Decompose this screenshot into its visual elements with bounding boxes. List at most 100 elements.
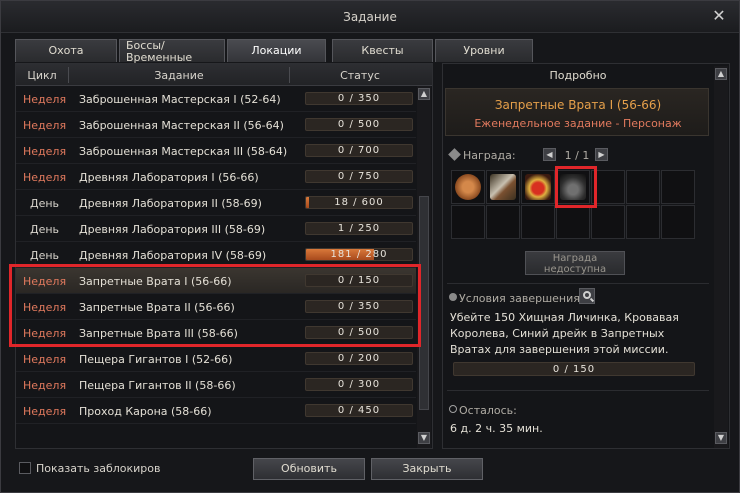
quest-window: Задание ✕ Охота Боссы/ Временные Зоны Ло…: [0, 0, 740, 493]
reward-slot[interactable]: [486, 205, 520, 239]
refresh-button[interactable]: Обновить: [253, 458, 365, 480]
reward-slot[interactable]: [521, 205, 555, 239]
potion-icon: [525, 174, 551, 200]
reward-slot[interactable]: [626, 170, 660, 204]
row-task-name: Пещера Гигантов II (58-66): [79, 379, 236, 392]
conditions-text: Убейте 150 Хищная Личинка, Кровавая Коро…: [450, 311, 679, 356]
quest-type: Еженедельное задание - Персонаж: [474, 117, 682, 130]
close-icon[interactable]: ✕: [711, 8, 727, 24]
reward-slot[interactable]: [451, 170, 485, 204]
table-row[interactable]: Неделя Заброшенная Мастерская II (56-64) 0…: [16, 112, 416, 138]
row-cycle: Неделя: [23, 171, 67, 184]
show-locked-label: Показать заблокиров: [36, 462, 161, 475]
reward-slot[interactable]: [626, 205, 660, 239]
table-row[interactable]: Неделя Пещера Гигантов II (58-66) 0 / 300: [16, 372, 416, 398]
conditions-bullet-icon: [449, 293, 457, 301]
row-cycle: Неделя: [23, 405, 67, 418]
gem-icon: [448, 148, 461, 161]
reward-slot[interactable]: [451, 205, 485, 239]
reward-label-text: Награда:: [463, 149, 516, 162]
tab-bosses[interactable]: Боссы/ Временные Зоны: [119, 39, 225, 76]
tab-levels[interactable]: Уровни: [435, 39, 533, 62]
reward-highlight-box: [555, 166, 597, 208]
scroll-icon: [490, 174, 516, 200]
row-status-text: 0 / 300: [337, 379, 381, 390]
clock-icon: [449, 405, 457, 413]
table-row[interactable]: Неделя Пещера Гигантов I (52-66) 0 / 200: [16, 346, 416, 372]
details-scrollbar[interactable]: ▲ ▼: [714, 66, 728, 448]
details-progress-text: 0 / 150: [552, 364, 596, 375]
scroll-down-icon[interactable]: ▼: [715, 432, 727, 444]
tab-locations[interactable]: Локации: [227, 39, 326, 62]
remaining-label: Осталось:: [459, 404, 517, 417]
reward-slot[interactable]: [661, 170, 695, 204]
row-status-text: 18 / 600: [334, 197, 384, 208]
scroll-up-icon[interactable]: ▲: [715, 68, 727, 80]
tab-hunt[interactable]: Охота: [15, 39, 117, 62]
row-cycle: День: [30, 197, 60, 210]
row-cycle: Неделя: [23, 119, 67, 132]
search-icon[interactable]: [579, 288, 595, 304]
divider: [447, 283, 709, 284]
close-button[interactable]: Закрыть: [371, 458, 483, 480]
row-task-name: Заброшенная Мастерская III (58-64): [79, 145, 288, 158]
row-cycle: Неделя: [23, 93, 67, 106]
conditions-label: Условия завершения:: [459, 292, 584, 305]
row-task-name: Древняя Лаборатория II (58-69): [79, 197, 262, 210]
row-status-text: 0 / 450: [337, 405, 381, 416]
row-task-name: Древняя Лаборатория IV (58-69): [79, 249, 267, 262]
quest-name: Запретные Врата I (56-66): [494, 98, 662, 112]
tab-quests[interactable]: Квесты: [332, 39, 433, 62]
highlight-box: [9, 264, 421, 347]
title-bar[interactable]: Задание ✕: [1, 1, 739, 33]
row-task-name: Пещера Гигантов I (52-66): [79, 353, 233, 366]
reward-slot[interactable]: [661, 205, 695, 239]
details-heading: Подробно: [549, 69, 607, 82]
reward-page-text: 1 / 1: [564, 149, 590, 162]
next-page-icon[interactable]: ▶: [595, 148, 608, 161]
row-cycle: Неделя: [23, 379, 67, 392]
row-status-text: 1 / 250: [337, 223, 381, 234]
reward-label: Награда:: [448, 148, 516, 162]
row-task-name: Проход Карона (58-66): [79, 405, 212, 418]
table-row[interactable]: День Древняя Лаборатория III (58-69) 1 / 2…: [16, 216, 416, 242]
reward-unavailable-button[interactable]: Награда недоступна: [525, 251, 625, 275]
reward-slot[interactable]: [591, 205, 625, 239]
row-progress-bar: 1 / 250: [305, 222, 413, 235]
prev-page-icon[interactable]: ◀: [543, 148, 556, 161]
row-status-text: 0 / 500: [337, 119, 381, 130]
scroll-down-icon[interactable]: ▼: [418, 432, 430, 444]
table-row[interactable]: День Древняя Лаборатория II (58-69) 18 / 6…: [16, 190, 416, 216]
row-progress-bar: 181 / 280: [305, 248, 413, 261]
divider: [447, 390, 709, 391]
reward-slot[interactable]: [521, 170, 555, 204]
row-progress-bar: 0 / 200: [305, 352, 413, 365]
reward-slot[interactable]: [486, 170, 520, 204]
reward-slot[interactable]: [556, 205, 590, 239]
details-panel: Подробно Запретные Врата I (56-66) Ежене…: [442, 63, 730, 449]
row-cycle: Неделя: [23, 353, 67, 366]
scroll-up-icon[interactable]: ▲: [418, 88, 430, 100]
show-locked-checkbox[interactable]: [19, 462, 31, 474]
row-progress-bar: 18 / 600: [305, 196, 413, 209]
row-task-name: Заброшенная Мастерская I (52-64): [79, 93, 281, 106]
table-row[interactable]: Неделя Проход Карона (58-66) 0 / 450: [16, 398, 416, 424]
remaining-value: 6 д. 2 ч. 35 мин.: [450, 422, 543, 435]
row-progress-bar: 0 / 750: [305, 170, 413, 183]
row-progress-bar: 0 / 300: [305, 378, 413, 391]
row-task-name: Древняя Лаборатория III (58-69): [79, 223, 266, 236]
header-cycle: Цикл: [27, 69, 57, 82]
table-row[interactable]: Неделя Заброшенная Мастерская III (58-64)…: [16, 138, 416, 164]
reward-pager: ◀ 1 / 1 ▶: [543, 148, 613, 162]
row-status-text: 0 / 200: [337, 353, 381, 364]
header-status: Статус: [340, 69, 380, 82]
row-cycle: День: [30, 249, 60, 262]
bronze-coin-icon: [455, 174, 481, 200]
quest-title-box: Запретные Врата I (56-66) Еженедельное з…: [445, 88, 709, 136]
row-task-name: Заброшенная Мастерская II (56-64): [79, 119, 284, 132]
table-row[interactable]: Неделя Древняя Лаборатория I (56-66) 0 / 7…: [16, 164, 416, 190]
row-progress-bar: 0 / 450: [305, 404, 413, 417]
table-row[interactable]: Неделя Заброшенная Мастерская I (52-64) 0 …: [16, 86, 416, 112]
row-status-text: 0 / 700: [337, 145, 381, 156]
details-progress-bar: 0 / 150: [453, 362, 695, 376]
